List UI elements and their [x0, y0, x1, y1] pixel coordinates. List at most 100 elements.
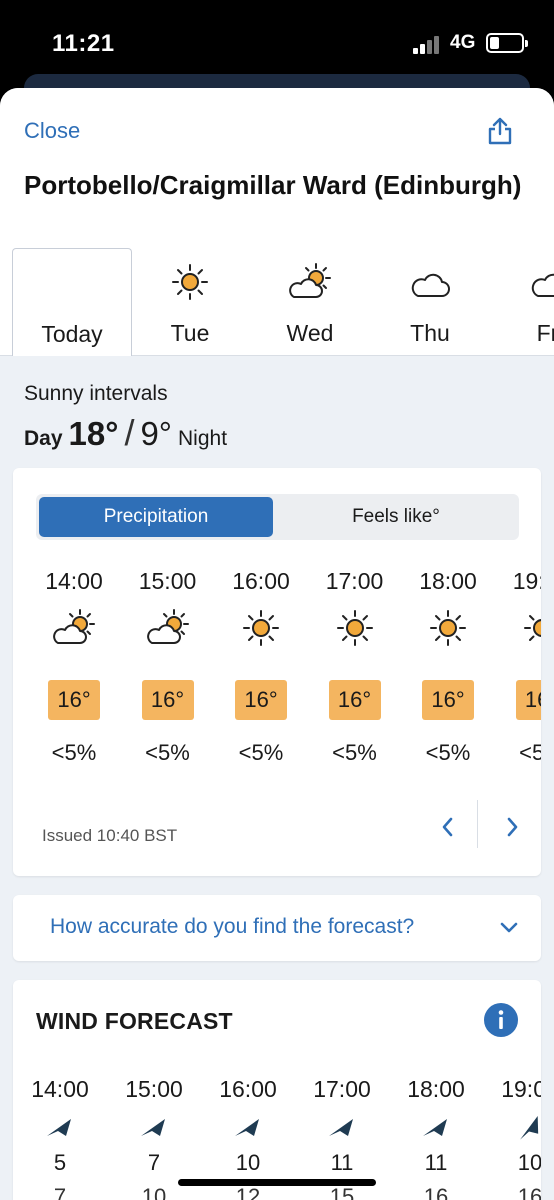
wind-time: 16:00: [219, 1076, 277, 1102]
temp-badge: 16°: [515, 680, 541, 720]
hour-column: 16:00 16° <5%: [214, 568, 308, 788]
battery-icon: [486, 33, 528, 53]
feedback-question[interactable]: How accurate do you find the forecast?: [50, 915, 414, 939]
tab-today[interactable]: Today: [12, 248, 132, 356]
precip-chance: <5%: [519, 740, 541, 765]
precip-chance: <5%: [332, 740, 377, 765]
temp-badge: 16°: [141, 680, 194, 720]
close-button[interactable]: Close: [24, 118, 80, 144]
day-label: Wed: [286, 320, 334, 346]
hour-time: 18:00: [419, 568, 477, 594]
wind-column: 19:00 10 16: [483, 1076, 541, 1200]
day-label: Today: [41, 321, 103, 347]
clock: 11:21: [52, 30, 115, 57]
feels-like-toggle[interactable]: Feels like°: [276, 497, 516, 537]
temp-badge: 16°: [48, 680, 100, 720]
sun-cloud-icon: [289, 263, 331, 298]
night-label: Night: [178, 427, 228, 450]
wind-gust: 15: [329, 1184, 355, 1200]
day-night-temps: Day 18° / 9° Night: [24, 412, 227, 454]
hour-column: 14:00 16° <5%: [27, 568, 121, 788]
wind-direction-icon: [329, 1119, 353, 1136]
sun-icon: [172, 264, 208, 300]
forecast-sheet: Close Portobello/Craigmillar Ward (Edinb…: [0, 88, 554, 1200]
chevron-right-icon[interactable]: [497, 812, 527, 842]
signal-icon: [413, 36, 443, 54]
day-temp: 18°: [68, 415, 119, 452]
issued-time: Issued 10:40 BST: [42, 826, 178, 845]
hour-time: 15:00: [138, 568, 197, 594]
sun-icon: [243, 610, 279, 646]
wind-speed: 10: [235, 1150, 261, 1175]
hour-column: 15:00 16° <5%: [121, 568, 215, 788]
wind-title: WIND FORECAST: [36, 1008, 233, 1034]
wind-time: 18:00: [407, 1076, 465, 1102]
wind-gust: 16: [517, 1184, 541, 1200]
wind-direction-icon: [235, 1119, 259, 1136]
wind-direction-icon: [47, 1119, 71, 1136]
wind-column: 14:00 5 7: [13, 1076, 107, 1200]
sun-icon: [336, 610, 373, 646]
precip-chance: <5%: [238, 740, 284, 765]
hourly-card: Precipitation Feels like° 14:00 16° <5% 15:…: [13, 468, 541, 876]
nav-divider: [477, 800, 478, 848]
temp-badge: 16°: [235, 680, 287, 720]
sun-icon: [430, 610, 466, 646]
sun-cloud-icon: [146, 609, 189, 644]
day-summary: Sunny intervals Day 18° / 9° Night: [24, 382, 227, 454]
wind-column: 18:00 11 16: [389, 1076, 483, 1200]
wind-time: 15:00: [125, 1076, 183, 1102]
network-label: 4G: [450, 32, 476, 53]
sheet-header: Close Portobello/Craigmillar Ward (Edinb…: [0, 88, 554, 356]
wind-direction-icon: [141, 1119, 165, 1136]
wind-direction-icon: [423, 1119, 447, 1136]
wind-speed: 11: [424, 1150, 448, 1175]
wind-card: WIND FORECAST 14:00 5 7 15:00 7 10 16:00 10 12 17…: [13, 980, 541, 1200]
cloud-icon: [411, 273, 450, 297]
wind-direction-icon: [520, 1116, 539, 1140]
temp-badge: 16°: [328, 680, 381, 720]
home-indicator[interactable]: [178, 1179, 376, 1186]
wind-speed: 7: [147, 1150, 161, 1175]
hour-time: 19:00: [512, 568, 541, 594]
day-label: Fri: [536, 320, 554, 346]
tab-fri[interactable]: Fri: [490, 248, 554, 356]
day-label: Thu: [410, 320, 450, 346]
day-label: Tue: [170, 320, 210, 346]
precipitation-toggle[interactable]: Precipitation: [39, 497, 273, 537]
precip-chance: <5%: [51, 740, 97, 765]
precip-chance: <5%: [145, 740, 190, 765]
share-icon[interactable]: [486, 116, 514, 146]
wind-time: 19:00: [501, 1076, 541, 1102]
info-icon[interactable]: [483, 1002, 519, 1038]
chevron-left-icon[interactable]: [433, 812, 463, 842]
sun-icon: [523, 610, 541, 646]
hour-time: 16:00: [232, 568, 290, 594]
hour-column: 18:00 16° <5%: [401, 568, 495, 788]
wind-time: 14:00: [31, 1076, 89, 1102]
tab-tue[interactable]: Tue: [130, 248, 250, 356]
feedback-card[interactable]: How accurate do you find the forecast?: [13, 895, 541, 961]
wind-speed: 11: [330, 1150, 354, 1175]
condition-text: Sunny intervals: [24, 382, 168, 405]
day-tabs: Today Tue Wed Thu F: [0, 248, 554, 356]
tab-thu[interactable]: Thu: [370, 248, 490, 356]
hour-time: 14:00: [45, 568, 103, 594]
temp-badge: 16°: [422, 680, 474, 720]
hour-time: 17:00: [325, 568, 384, 594]
hour-column: 19:00 16° <5%: [495, 568, 541, 788]
view-toggle: Precipitation Feels like°: [36, 494, 519, 540]
temp-divider: /: [124, 412, 135, 453]
wind-speed: 5: [53, 1150, 67, 1175]
tab-wed[interactable]: Wed: [250, 248, 370, 356]
precip-chance: <5%: [425, 740, 471, 765]
wind-speed: 10: [517, 1150, 541, 1175]
wind-gust: 10: [141, 1184, 167, 1200]
wind-gust: 16: [423, 1184, 449, 1200]
sun-cloud-icon: [53, 609, 95, 644]
page-title: Portobello/Craigmillar Ward (Edinburgh): [24, 170, 522, 200]
night-temp: 9°: [140, 415, 173, 452]
hourly-row[interactable]: 14:00 16° <5% 15:00 16° <5% 16:00 16° <5% 17:00 16…: [13, 568, 541, 788]
chevron-down-icon[interactable]: [495, 915, 523, 941]
wind-gust: 12: [235, 1184, 261, 1200]
